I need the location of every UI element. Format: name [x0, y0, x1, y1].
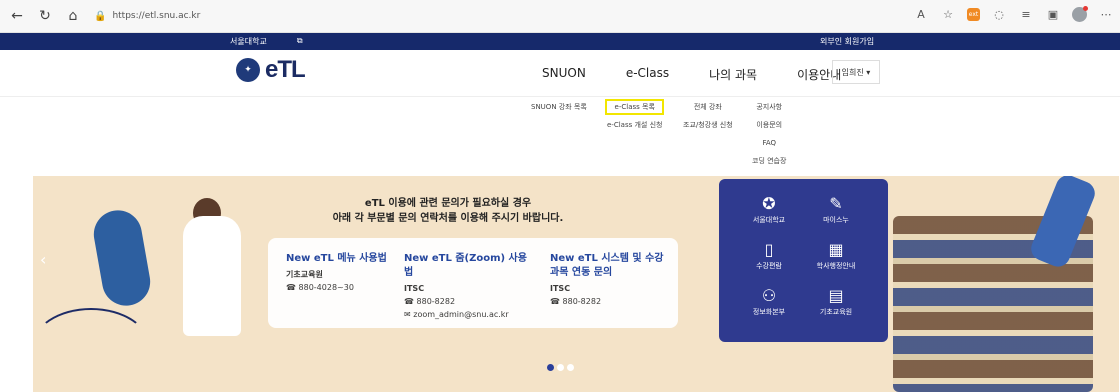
snu-emblem-icon: ✪ — [762, 194, 776, 213]
contact-card: New eTL 메뉴 사용법 기초교육원 ☎ 880-4028~30 New e… — [268, 238, 678, 328]
phone-cord-illustration — [33, 308, 151, 388]
quick-link-faculty[interactable]: ▤ 기초교육원 — [806, 285, 866, 317]
intro-line-2: 아래 각 부문별 문의 연락처를 이용해 주시기 바랍니다. — [332, 213, 564, 224]
submenu-snuon-list[interactable]: SNUON 강좌 목록 — [531, 101, 587, 113]
quick-link-label: 기초교육원 — [819, 308, 853, 316]
contact-org: 기초교육원 — [286, 270, 323, 279]
read-aloud-icon[interactable]: A — [913, 6, 929, 22]
collections-icon[interactable]: ▣ — [1045, 6, 1061, 22]
nav-snuon[interactable]: SNUON — [542, 66, 586, 83]
contact-phone: 880-8282 — [562, 297, 602, 306]
quick-links-panel: ✪ 서울대학교 ✎ 마이스누 ▯ 수강편람 ▦ 학사행정안내 ⚇ 정보화본부 ▤… — [719, 179, 888, 342]
quick-link-mysnu[interactable]: ✎ 마이스누 — [806, 193, 866, 225]
contact-system-inquiry: New eTL 시스템 및 수강과목 연동 문의 ITSC ☎ 880-8282 — [550, 252, 668, 308]
favorites-icon[interactable]: ≡ — [1018, 6, 1034, 22]
submenu-inquiry[interactable]: 이용문의 — [752, 119, 786, 131]
contact-menu-guide: New eTL 메뉴 사용법 기초교육원 ☎ 880-4028~30 — [286, 252, 406, 294]
mysnu-icon: ✎ — [829, 194, 843, 213]
book-icon: ▯ — [764, 240, 774, 259]
quick-link-label: 정보화본부 — [752, 308, 786, 316]
extension-icon[interactable]: ext — [967, 7, 980, 21]
utility-bar: 서울대학교 ⧉ 외부인 회원가입 — [0, 33, 1120, 50]
contact-title: New eTL 메뉴 사용법 — [286, 253, 387, 264]
slide-dot-3[interactable] — [567, 364, 574, 371]
quick-link-label: 서울대학교 — [752, 216, 786, 224]
quick-link-academic[interactable]: ▦ 학사행정안내 — [806, 239, 866, 271]
quick-link-catalog[interactable]: ▯ 수강편람 — [739, 239, 799, 271]
calendar-icon: ▦ — [828, 240, 844, 259]
contact-org: ITSC — [550, 284, 571, 293]
submenu-coding[interactable]: 코딩 연습장 — [752, 155, 786, 167]
phone-icon: ☎ — [404, 297, 414, 306]
contact-title: New eTL 줌(Zoom) 사용법 — [404, 253, 527, 278]
quick-link-label: 수강편람 — [756, 262, 782, 270]
submenu-eclass-list[interactable]: e-Class 목록 — [604, 99, 665, 115]
nav-mycourse[interactable]: 나의 과목 — [709, 66, 757, 83]
site-header: ✦ eTL SNUON e-Class 나의 과목 이용안내 임희진 ▾ — [0, 50, 1120, 96]
lock-icon: 🔒 — [94, 10, 107, 22]
browser-toolbar: ← ↻ ⌂ 🔒 https://etl.snu.ac.kr A ☆ ext ◌ … — [0, 0, 1120, 33]
site-logo[interactable]: ✦ eTL — [236, 56, 306, 84]
more-icon[interactable]: ⋯ — [1098, 6, 1114, 22]
submenu-col-mycourse: 전체 강좌 조교/청강생 신청 — [683, 101, 733, 137]
submenu-notice[interactable]: 공지사항 — [752, 101, 786, 113]
signup-link[interactable]: 외부인 회원가입 — [820, 37, 874, 46]
library-icon: ▤ — [828, 286, 844, 305]
favorite-add-icon[interactable]: ☆ — [940, 6, 956, 22]
contact-zoom-guide: New eTL 줌(Zoom) 사용법 ITSC ☎ 880-8282 ✉ zo… — [404, 252, 534, 321]
contact-phone: 880-4028~30 — [298, 283, 354, 292]
phone-icon: ☎ — [286, 283, 296, 292]
quick-link-itsc[interactable]: ⚇ 정보화본부 — [739, 285, 799, 317]
submenu-col-snuon: SNUON 강좌 목록 — [531, 101, 587, 119]
telephone-illustration — [90, 206, 154, 310]
refresh-icon[interactable]: ↻ — [34, 5, 56, 27]
quick-link-snu[interactable]: ✪ 서울대학교 — [739, 193, 799, 225]
prev-slide-icon[interactable]: ‹ — [40, 250, 46, 269]
main-nav: SNUON e-Class 나의 과목 이용안내 — [542, 66, 881, 83]
home-icon[interactable]: ⌂ — [62, 5, 84, 27]
slide-dot-1[interactable] — [547, 364, 554, 371]
banner-intro: eTL 이용에 관련 문의가 필요하실 경우 아래 각 부문별 문의 연락처를 … — [293, 196, 603, 226]
contact-email[interactable]: zoom_admin@snu.ac.kr — [413, 310, 508, 319]
submenu-col-eclass: e-Class 목록 e-Class 개설 신청 — [604, 99, 665, 137]
mail-icon: ✉ — [404, 310, 411, 319]
submenu-ta-request[interactable]: 조교/청강생 신청 — [683, 119, 733, 131]
university-link[interactable]: 서울대학교 — [230, 36, 267, 47]
sync-icon[interactable]: ◌ — [991, 6, 1007, 22]
contact-phone: 880-8282 — [416, 297, 456, 306]
phone-icon: ☎ — [550, 297, 560, 306]
address-bar[interactable]: 🔒 https://etl.snu.ac.kr — [94, 11, 200, 22]
user-menu-button[interactable]: 임희진 ▾ — [832, 60, 880, 84]
url-text: https://etl.snu.ac.kr — [112, 11, 201, 21]
submenu-all-courses[interactable]: 전체 강좌 — [683, 101, 733, 113]
submenu-faq[interactable]: FAQ — [752, 137, 786, 149]
intro-line-1: eTL 이용에 관련 문의가 필요하실 경우 — [364, 198, 532, 209]
nav-eclass[interactable]: e-Class — [626, 66, 669, 83]
network-icon: ⚇ — [761, 286, 777, 305]
back-icon[interactable]: ← — [6, 5, 28, 27]
contact-org: ITSC — [404, 284, 425, 293]
submenu-col-guide: 공지사항 이용문의 FAQ 코딩 연습장 — [752, 101, 786, 173]
profile-icon[interactable] — [1072, 5, 1088, 22]
copy-icon[interactable]: ⧉ — [297, 36, 303, 47]
quick-link-label: 마이스누 — [823, 216, 849, 224]
contact-title: New eTL 시스템 및 수강과목 연동 문의 — [550, 253, 664, 278]
mega-menu: SNUON 강좌 목록 e-Class 목록 e-Class 개설 신청 전체 … — [0, 96, 1120, 176]
snu-emblem-icon: ✦ — [236, 58, 260, 82]
submenu-eclass-request[interactable]: e-Class 개설 신청 — [607, 119, 662, 131]
logo-text: eTL — [265, 56, 306, 83]
hero-banner: ‹ eTL 이용에 관련 문의가 필요하실 경우 아래 각 부문별 문의 연락처… — [33, 176, 1119, 392]
quick-link-label: 학사행정안내 — [816, 262, 856, 270]
slide-indicator — [547, 364, 574, 371]
slide-dot-2[interactable] — [557, 364, 564, 371]
man-illustration — [183, 216, 241, 336]
